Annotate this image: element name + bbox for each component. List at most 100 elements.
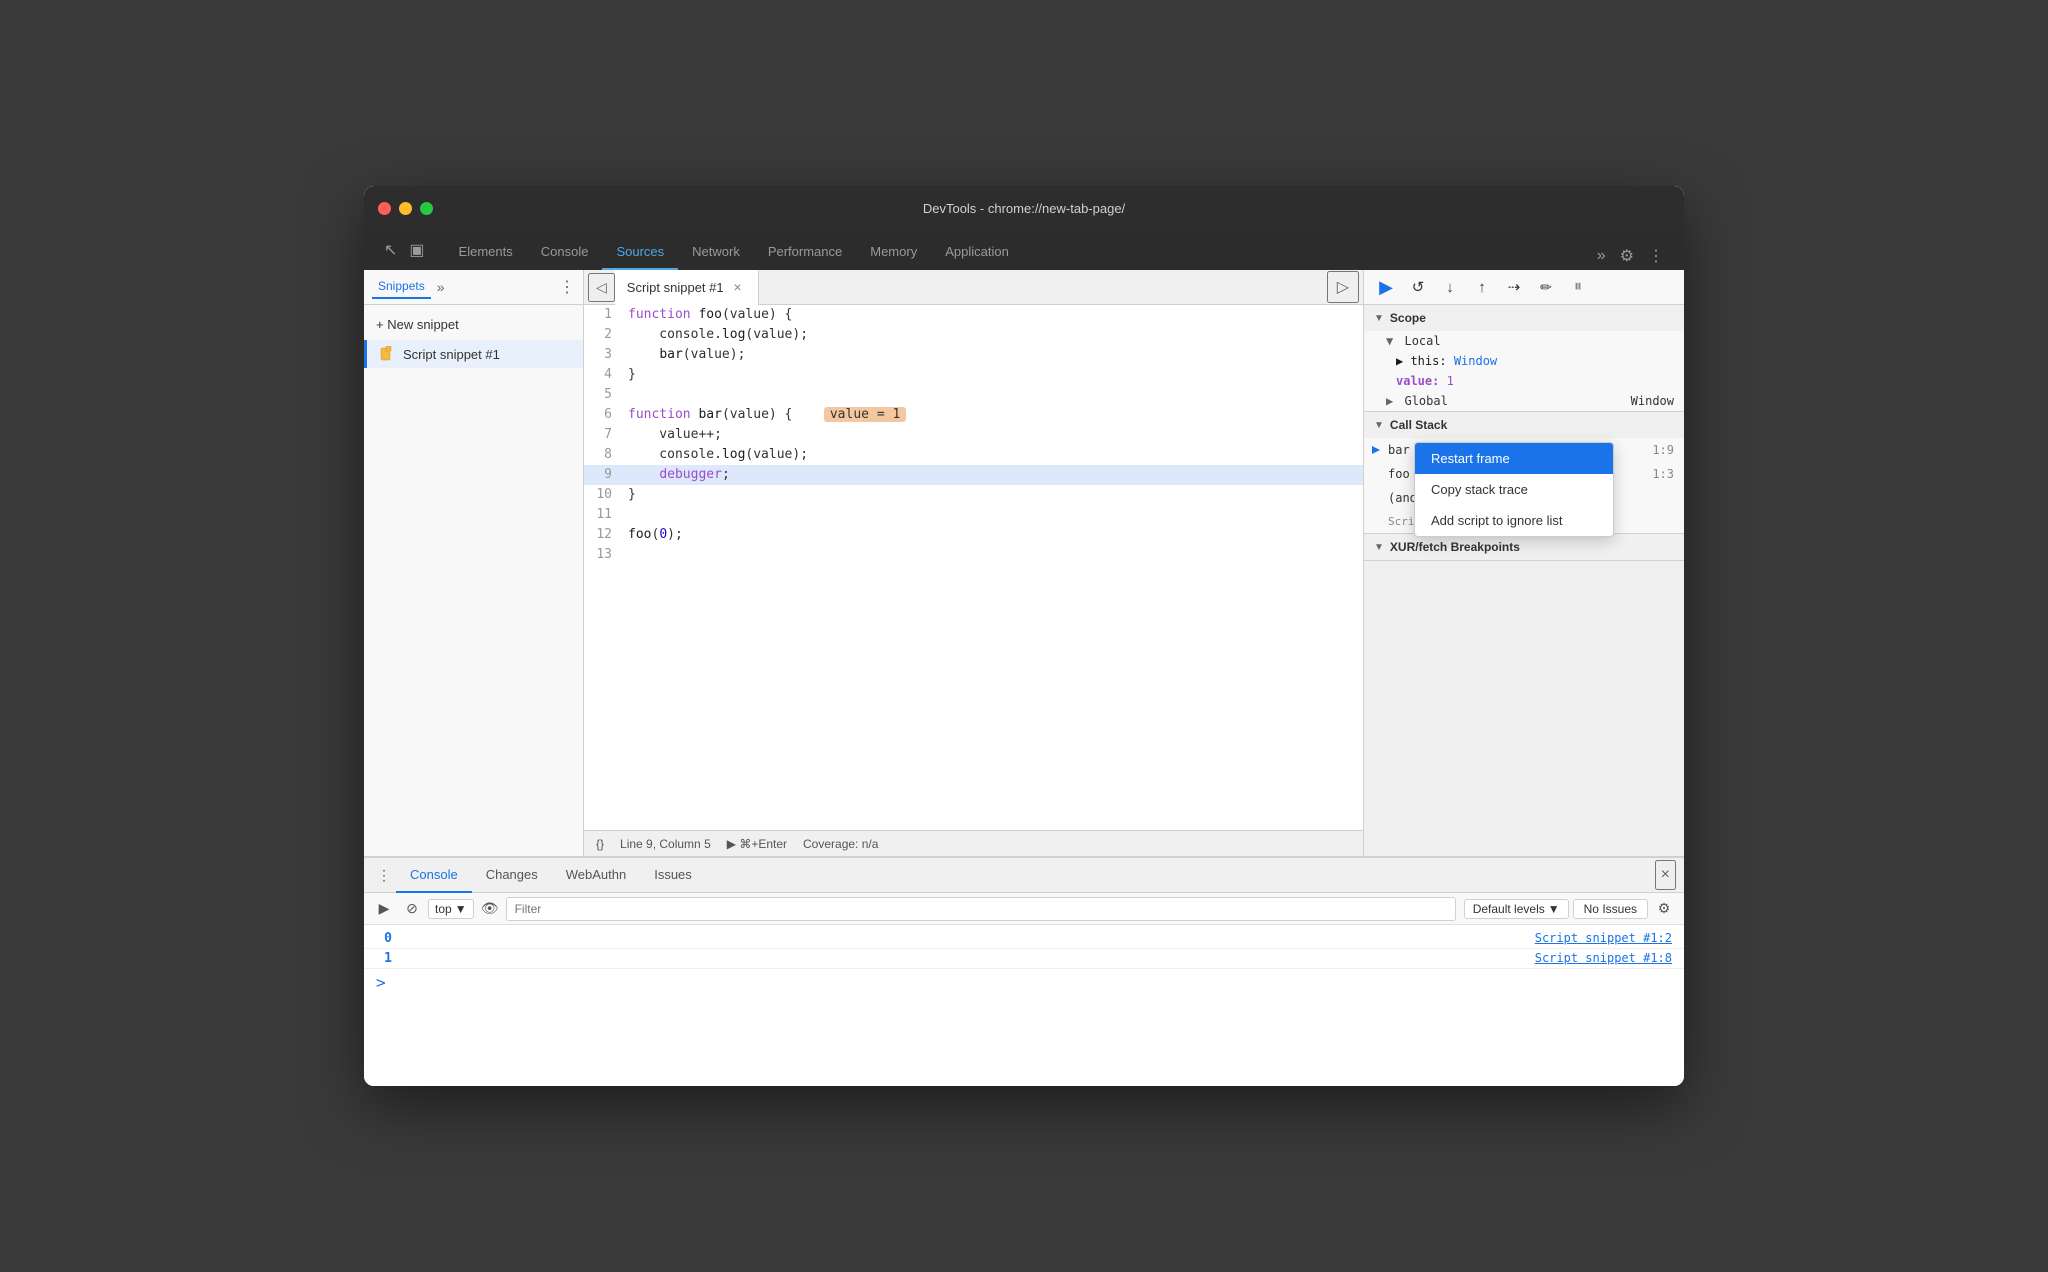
line-num-1: 1 — [584, 305, 624, 325]
code-line-2: 2 console.log(value); — [584, 325, 1363, 345]
line-num-11: 11 — [584, 505, 624, 525]
call-stack-label: Call Stack — [1390, 418, 1447, 432]
maximize-button[interactable] — [420, 202, 433, 215]
tab-performance[interactable]: Performance — [754, 234, 856, 270]
console-top-selector[interactable]: top ▼ — [428, 899, 474, 919]
line-num-9: 9 — [584, 465, 624, 485]
tab-application[interactable]: Application — [931, 234, 1023, 270]
main-tabs: ↖ ▣ Elements Console Sources Network Per… — [364, 230, 1684, 270]
line-content-1: function foo(value) { — [624, 305, 1363, 325]
call-stack-loc-bar: 1:9 — [1652, 443, 1674, 457]
console-prompt-input[interactable] — [390, 975, 1672, 990]
context-menu-add-to-ignore[interactable]: Add script to ignore list — [1415, 505, 1613, 536]
call-stack-section: ▼ Call Stack bar 1:9 foo 1:3 — [1364, 412, 1684, 534]
more-tabs-icon[interactable]: » — [1593, 243, 1610, 269]
editor-tab-snippet1[interactable]: Script snippet #1 × — [615, 270, 759, 305]
snippet-item[interactable]: Script snippet #1 — [364, 340, 583, 368]
minimize-button[interactable] — [399, 202, 412, 215]
console-log-source-0[interactable]: Script snippet #1:2 — [1535, 931, 1684, 945]
context-menu-restart-frame[interactable]: Restart frame — [1415, 443, 1613, 474]
scope-arrow-icon: ▼ — [1374, 313, 1384, 324]
line-num-13: 13 — [584, 545, 624, 565]
editor-tabs: ◁ Script snippet #1 × ▷ — [584, 270, 1363, 305]
line-num-4: 4 — [584, 365, 624, 385]
format-icon[interactable]: {} — [596, 837, 604, 851]
sources-panel: Snippets » ⋮ + New snippet Script snippe… — [364, 270, 1684, 856]
console-top-arrow-icon: ▼ — [455, 902, 467, 916]
tab-elements[interactable]: Elements — [445, 234, 527, 270]
editor-run-icon[interactable]: ▷ — [1327, 271, 1359, 303]
code-line-9: 9 debugger; — [584, 465, 1363, 485]
code-line-8: 8 console.log(value); — [584, 445, 1363, 465]
cursor-icon[interactable]: ↖ — [380, 236, 401, 264]
line-content-2: console.log(value); — [624, 325, 1363, 345]
right-panel-wrapper: ▶ ↺ ↓ ↑ ⇢ ✏ ⏸ ▼ Scope — [1364, 270, 1684, 856]
call-stack-header[interactable]: ▼ Call Stack — [1364, 412, 1684, 438]
close-button[interactable] — [378, 202, 391, 215]
editor-area: ◁ Script snippet #1 × ▷ 1 function foo(v… — [584, 270, 1364, 856]
code-line-6: 6 function bar(value) { value = 1 — [584, 405, 1363, 425]
code-line-4: 4 } — [584, 365, 1363, 385]
console-settings-icon[interactable]: ⚙ — [1652, 897, 1676, 921]
console-top-label: top — [435, 902, 452, 916]
console-log-value-0: 0 — [364, 931, 404, 946]
step-out-button[interactable]: ↑ — [1468, 273, 1496, 301]
sidebar-content: + New snippet Script snippet #1 — [364, 305, 583, 856]
line-content-8: console.log(value); — [624, 445, 1363, 465]
left-sidebar: Snippets » ⋮ + New snippet Script snippe… — [364, 270, 584, 856]
sidebar-tabs: Snippets » ⋮ — [364, 270, 583, 305]
console-no-issues-badge: No Issues — [1573, 899, 1648, 919]
context-menu-copy-stack-trace[interactable]: Copy stack trace — [1415, 474, 1613, 505]
pause-exceptions-button[interactable]: ⏸ — [1564, 273, 1592, 301]
xur-header[interactable]: ▼ XUR/fetch Breakpoints — [1364, 534, 1684, 560]
deactivate-button[interactable]: ✏ — [1532, 273, 1560, 301]
line-content-9: debugger; — [624, 465, 1363, 485]
tab-webauthn[interactable]: WebAuthn — [552, 858, 640, 893]
scope-section: ▼ Scope ▼ Local ▶ this: Window — [1364, 305, 1684, 412]
scope-header[interactable]: ▼ Scope — [1364, 305, 1684, 331]
console-log-1: 1 Script snippet #1:8 — [364, 949, 1684, 969]
resume-button[interactable]: ▶ — [1372, 273, 1400, 301]
console-execute-icon[interactable]: ▶ — [372, 897, 396, 921]
editor-nav-back-icon[interactable]: ◁ — [588, 273, 615, 302]
tab-changes[interactable]: Changes — [472, 858, 552, 893]
step-over-button[interactable]: ↺ — [1404, 273, 1432, 301]
sidebar-menu-icon[interactable]: ⋮ — [559, 277, 575, 297]
console-log-source-1[interactable]: Script snippet #1:8 — [1535, 951, 1684, 965]
editor-tab-close-icon[interactable]: × — [730, 279, 746, 295]
tab-network[interactable]: Network — [678, 234, 754, 270]
scope-global-header: ▶ Global Window — [1364, 391, 1684, 411]
tab-issues[interactable]: Issues — [640, 858, 706, 893]
scope-local-header: ▼ Local — [1364, 331, 1684, 351]
call-stack-loc-foo: 1:3 — [1652, 467, 1674, 481]
console-filter-input[interactable] — [506, 897, 1456, 921]
step-button[interactable]: ⇢ — [1500, 273, 1528, 301]
xur-arrow-icon: ▼ — [1374, 542, 1384, 553]
device-icon[interactable]: ▣ — [405, 236, 428, 264]
console-log-value-1: 1 — [364, 951, 404, 966]
console-close-icon[interactable]: × — [1655, 860, 1676, 890]
code-line-1: 1 function foo(value) { — [584, 305, 1363, 325]
step-into-button[interactable]: ↓ — [1436, 273, 1464, 301]
call-stack-context-menu: Restart frame Copy stack trace Add scrip… — [1414, 442, 1614, 537]
tab-sources[interactable]: Sources — [602, 234, 678, 270]
code-editor: 1 function foo(value) { 2 console.log(va… — [584, 305, 1363, 830]
new-snippet-button[interactable]: + New snippet — [364, 309, 583, 340]
tab-console[interactable]: Console — [527, 234, 603, 270]
main-menu-icon[interactable]: ⋮ — [1644, 242, 1668, 270]
console-more-icon[interactable]: ⋮ — [372, 863, 396, 887]
right-panel: ▶ ↺ ↓ ↑ ⇢ ✏ ⏸ ▼ Scope — [1364, 270, 1684, 561]
tab-console-main[interactable]: Console — [396, 858, 472, 893]
line-content-7: value++; — [624, 425, 1363, 445]
sidebar-more-tabs-icon[interactable]: » — [437, 279, 445, 295]
tab-snippets[interactable]: Snippets — [372, 275, 431, 299]
console-levels-selector[interactable]: Default levels ▼ — [1464, 899, 1569, 919]
title-bar: DevTools - chrome://new-tab-page/ — [364, 186, 1684, 230]
console-eye-icon[interactable]: 👁 — [478, 897, 502, 921]
line-num-7: 7 — [584, 425, 624, 445]
settings-icon[interactable]: ⚙ — [1616, 242, 1638, 270]
line-content-3: bar(value); — [624, 345, 1363, 365]
tab-memory[interactable]: Memory — [856, 234, 931, 270]
console-clear-icon[interactable]: ⊘ — [400, 897, 424, 921]
devtools-body: Snippets » ⋮ + New snippet Script snippe… — [364, 270, 1684, 1086]
